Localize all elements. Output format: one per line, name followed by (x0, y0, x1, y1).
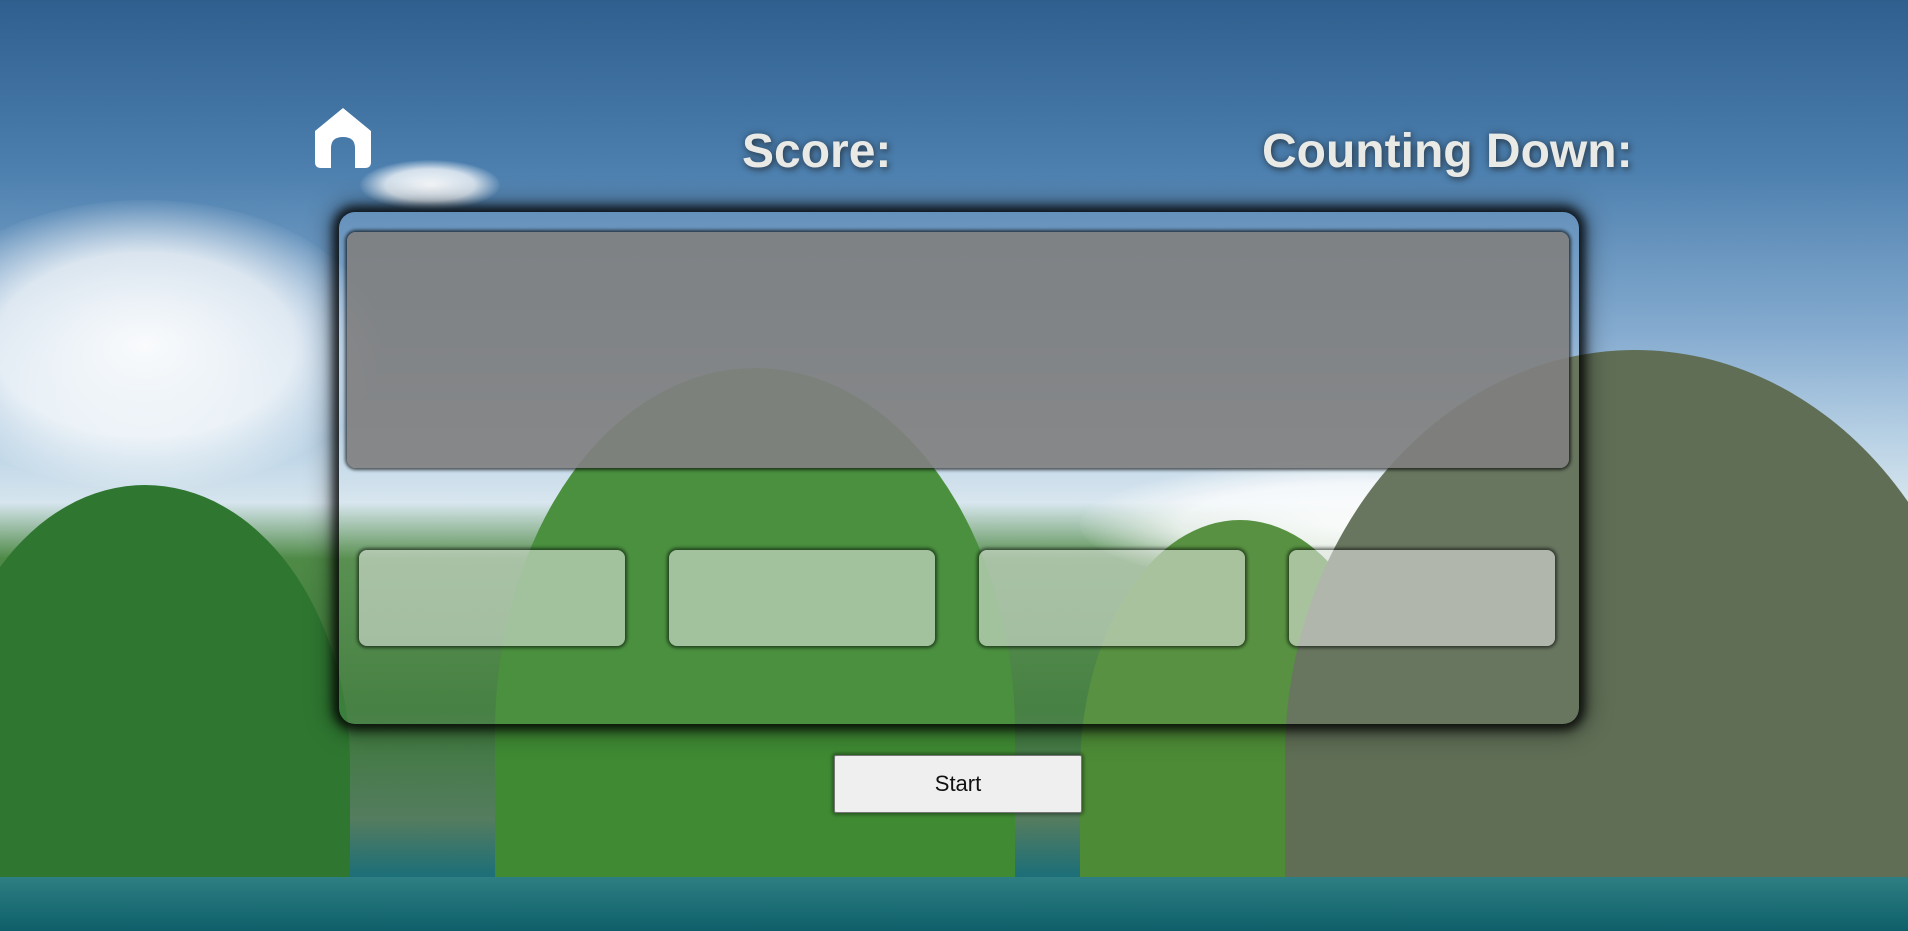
countdown-label: Counting Down: (1262, 125, 1633, 178)
background-water (0, 877, 1908, 931)
answer-option-3[interactable] (979, 550, 1245, 646)
background-mountain (0, 485, 350, 885)
start-button[interactable]: Start (834, 755, 1082, 813)
home-icon[interactable] (312, 106, 374, 170)
question-box (347, 232, 1569, 468)
answer-option-2[interactable] (669, 550, 935, 646)
score-label: Score: (742, 125, 892, 178)
answer-option-1[interactable] (359, 550, 625, 646)
game-panel (339, 212, 1579, 724)
background-cloud (0, 200, 380, 490)
home-icon-graphic (315, 108, 371, 168)
answer-option-4[interactable] (1289, 550, 1555, 646)
background-cloud (360, 160, 500, 210)
